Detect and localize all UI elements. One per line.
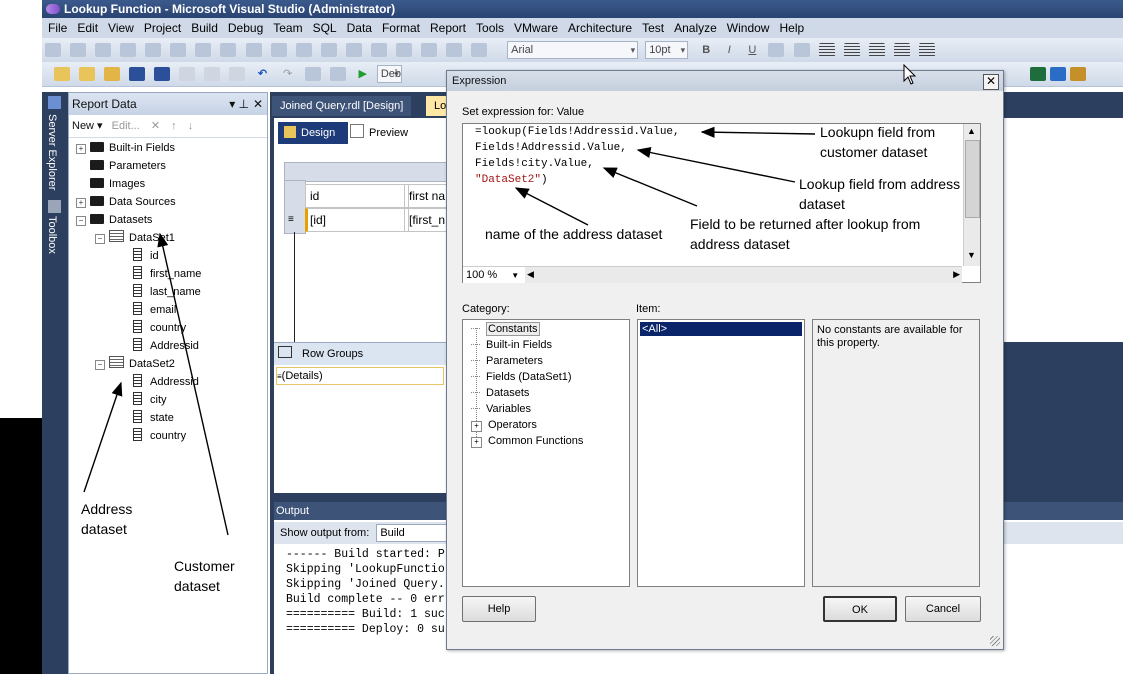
annotation-arrows	[83, 126, 816, 536]
mouse-cursor-icon	[903, 64, 917, 85]
arrow-address-dataset	[83, 381, 123, 493]
arrow-lookup-address	[636, 147, 796, 183]
arrow-customer-dataset	[157, 232, 229, 536]
arrow-lookup-customer	[700, 126, 816, 138]
arrow-field-returned	[602, 167, 698, 207]
arrow-address-dataset-name	[514, 187, 589, 226]
